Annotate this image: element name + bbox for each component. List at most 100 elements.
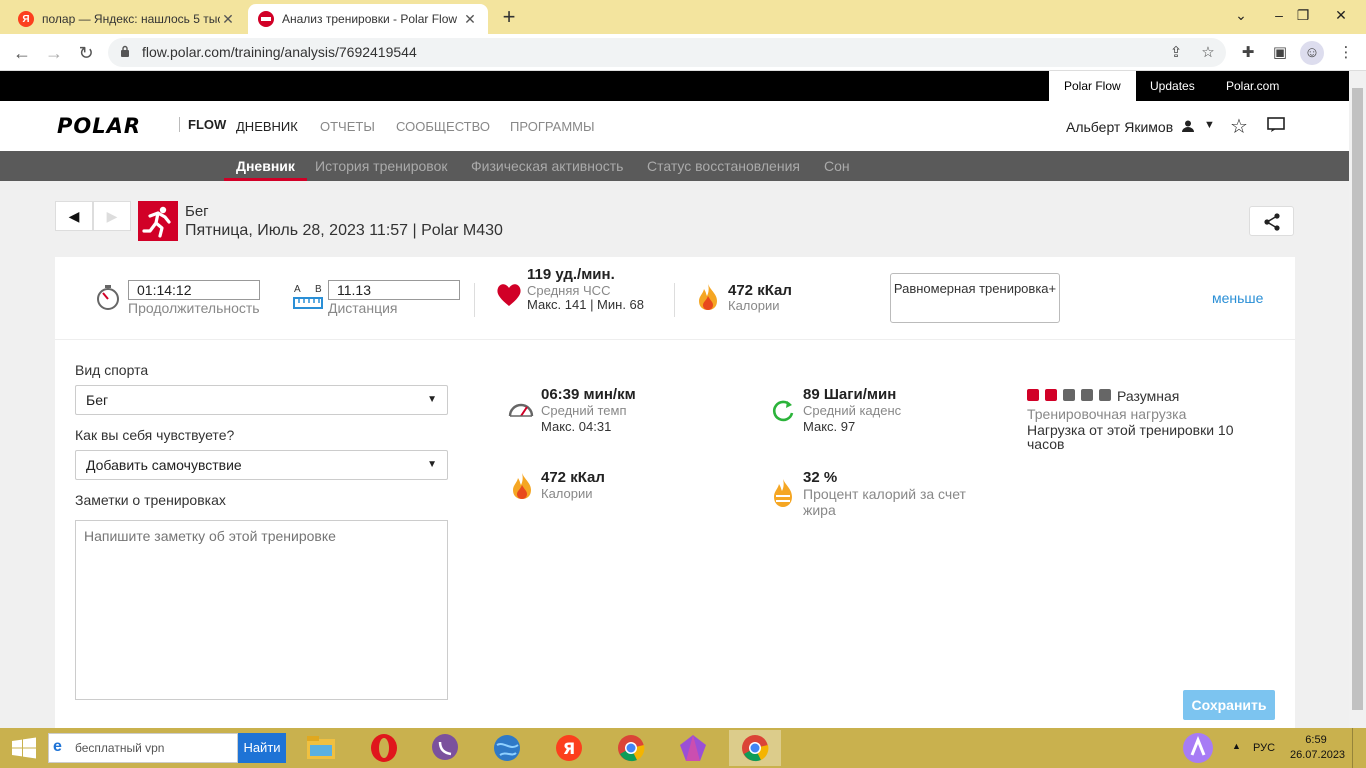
sport-select[interactable]: Бег ▼ [75,385,448,415]
distance-a-label: A [294,284,301,295]
heart-icon [497,284,521,306]
user-icon[interactable] [1181,119,1195,133]
messages-icon[interactable] [1267,117,1285,133]
tab-yandex-search[interactable]: Я полар — Яндекс: нашлось 5 тыс ✕ [8,4,246,34]
scrollbar-thumb[interactable] [1352,88,1363,710]
duration-label: Продолжительность [128,300,260,316]
nav-diary[interactable]: ДНЕВНИК [236,119,298,134]
subnav-diary[interactable]: Дневник [224,151,307,181]
clock-time: 6:59 [1305,734,1327,746]
url-text[interactable]: flow.polar.com/training/analysis/7692419… [142,44,417,60]
fat-percent-value: 32 % [803,469,838,486]
side-panel-icon[interactable]: ▣ [1268,41,1292,65]
stats-calories-label: Калории [541,486,593,501]
session-date: Пятница, Июль 28, 2023 11:57 | Polar M43… [185,222,503,239]
browser-menu-icon[interactable]: ⋮ [1334,41,1358,65]
training-load-square [1099,389,1111,401]
nav-programs[interactable]: ПРОГРАММЫ [510,119,595,134]
distance-b-label: B [315,284,322,295]
user-menu-caret-icon[interactable]: ▼ [1204,119,1215,131]
back-icon[interactable]: ← [8,40,36,66]
new-tab-button[interactable]: + [496,5,522,31]
subnav-recovery[interactable]: Статус восстановления [647,151,800,181]
tray-expand-icon[interactable]: ▲ [1232,741,1241,751]
share-button[interactable] [1249,206,1294,236]
training-load-square [1063,389,1075,401]
opera-icon[interactable] [365,730,403,766]
top-link-polar-flow[interactable]: Polar Flow [1049,71,1136,101]
chrome-active-icon[interactable] [729,730,781,766]
summary-divider [674,283,675,317]
forward-icon[interactable]: → [40,40,68,66]
taskbar-search-input[interactable]: e бесплатный vpn [48,733,238,763]
feeling-select-value: Добавить самочувствие [86,457,242,473]
close-window-icon[interactable]: ✕ [1318,0,1364,30]
save-button[interactable]: Сохранить [1183,690,1275,720]
fat-percent-label: Процент калорий за счет жира [803,486,966,518]
feeling-select[interactable]: Добавить самочувствие ▼ [75,450,448,480]
tab-title: полар — Яндекс: нашлось 5 тыс [42,12,220,26]
top-link-polar-com[interactable]: Polar.com [1211,71,1294,101]
bookmark-star-icon[interactable]: ☆ [1196,41,1220,65]
top-link-updates[interactable]: Updates [1135,71,1210,101]
tab-close-icon[interactable]: ✕ [220,11,236,28]
previous-session-button[interactable]: ◀ [55,201,93,231]
ie-e-icon: e [53,738,62,755]
taskbar-search-button[interactable]: Найти [238,733,286,763]
favorites-star-icon[interactable]: ☆ [1230,114,1248,139]
crystal-icon[interactable] [674,730,712,766]
language-indicator[interactable]: РУС [1253,742,1275,754]
training-load-level: Разумная [1117,388,1180,404]
calories-value: 472 кКал [728,282,792,299]
system-clock[interactable]: 6:59 26.07.2023 [1290,733,1346,763]
profile-avatar[interactable]: ☺ [1300,41,1324,65]
polar-logo[interactable]: POLAR [57,114,141,138]
chevron-down-icon: ▼ [427,459,437,470]
feeling-select-label: Как вы себя чувствуете? [75,427,235,443]
nav-reports[interactable]: ОТЧЕТЫ [320,119,375,134]
yandex-icon: Я [18,11,34,27]
yandex-browser-icon[interactable]: Я [550,730,588,766]
pace-max: Макс. 04:31 [541,419,612,434]
extensions-icon[interactable]: ✚ [1236,41,1260,65]
summary-divider [474,283,475,317]
file-explorer-icon[interactable] [302,730,340,766]
training-load-description: Нагрузка от этой тренировки 10 часов [1027,422,1234,452]
alice-assistant-icon[interactable] [1182,732,1214,764]
training-mode-button[interactable]: Равномерная тренировка+ [890,273,1060,323]
stopwatch-icon [97,285,119,310]
show-desktop-button[interactable] [1352,728,1366,768]
duration-field[interactable]: 01:14:12 [128,280,260,300]
sport-name: Бег [185,203,209,220]
subnav-activity[interactable]: Физическая активность [471,151,623,181]
clock-date: 26.07.2023 [1290,749,1346,761]
viber-icon[interactable] [426,730,464,766]
show-less-link[interactable]: меньше [1212,290,1263,306]
next-session-button[interactable]: ▶ [93,201,131,231]
user-name[interactable]: Альберт Якимов [1066,119,1173,135]
training-load-square [1045,389,1057,401]
cadence-value: 89 Шаги/мин [803,386,897,403]
stats-calories-value: 472 кКал [541,469,605,486]
sport-select-value: Бег [86,392,109,408]
subnav-sleep[interactable]: Сон [824,151,850,181]
notes-textarea[interactable] [75,520,448,700]
lock-icon [121,45,129,57]
flame-icon [699,284,717,310]
tab-close-icon[interactable]: ✕ [462,11,478,28]
nav-community[interactable]: СООБЩЕСТВО [396,119,490,134]
subnav-training-history[interactable]: История тренировок [315,151,447,181]
hr-minmax: Макс. 141 | Мин. 68 [527,297,645,312]
svg-text:Я: Я [563,739,575,758]
chrome-icon[interactable] [612,730,650,766]
windows-start-icon[interactable] [0,728,48,768]
reload-icon[interactable]: ↻ [72,40,100,66]
distance-field[interactable]: 11.13 [328,280,460,300]
tab-polar-flow[interactable]: Анализ тренировки - Polar Flow ✕ [248,4,488,34]
cadence-label: Средний каденс [803,403,902,418]
share-page-icon[interactable]: ⇪ [1164,41,1188,65]
browser-globe-icon[interactable] [488,730,526,766]
cadence-icon [772,400,794,422]
fat-burn-icon [774,479,792,507]
cadence-max: Макс. 97 [803,419,856,434]
